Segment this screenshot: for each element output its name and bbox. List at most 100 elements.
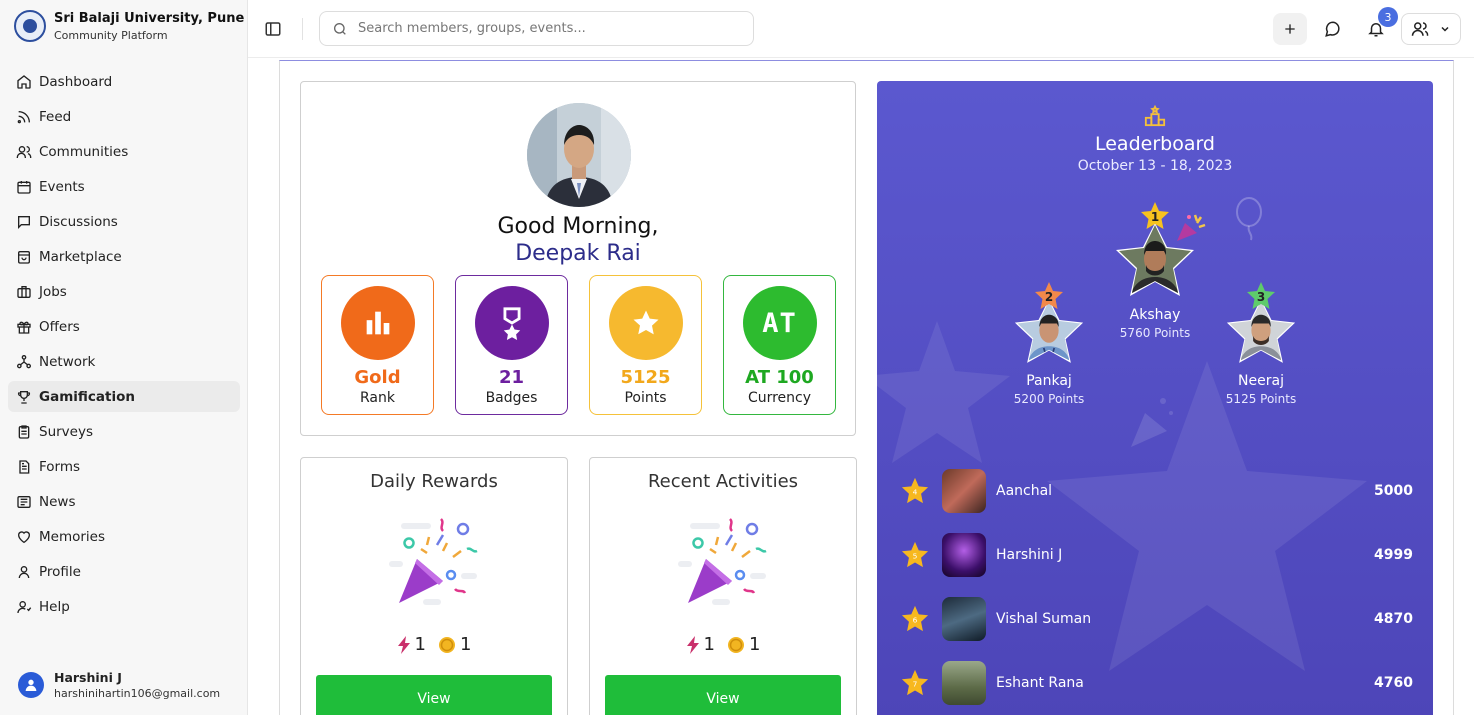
sidebar-item-events[interactable]: Events (8, 171, 240, 202)
recent-activities-card: Recent Activities 1 1 View (589, 457, 857, 715)
badges-stat[interactable]: 21 Badges (455, 275, 568, 415)
points-stat[interactable]: 5125 Points (589, 275, 702, 415)
create-button[interactable] (1273, 13, 1307, 45)
avatar (942, 661, 986, 705)
stat-value: AT 100 (745, 367, 814, 388)
avatar (942, 533, 986, 577)
sidebar-item-memories[interactable]: Memories (8, 521, 240, 552)
rank-stat[interactable]: Gold Rank (321, 275, 434, 415)
rank-star-icon: 1 (1141, 202, 1169, 229)
coin-icon (439, 636, 455, 653)
rss-icon (17, 110, 30, 123)
leaderboard-row[interactable]: 5 Harshini J 4999 (901, 533, 1413, 577)
sidebar-item-surveys[interactable]: Surveys (8, 416, 240, 447)
message-square-icon (18, 215, 30, 229)
podium-points: 5125 Points (1225, 392, 1297, 406)
sidebar-item-label: News (39, 493, 76, 510)
current-user[interactable]: Harshini J harshinihartin106@gmail.com (18, 670, 220, 700)
rank-star-icon: 3 (1247, 282, 1275, 309)
clipboard-icon (18, 424, 30, 439)
leaderboard-row[interactable]: 6 Vishal Suman 4870 (901, 597, 1413, 641)
sidebar-item-news[interactable]: News (8, 486, 240, 517)
sidebar-item-dashboard[interactable]: Dashboard (8, 66, 240, 97)
sidebar-item-profile[interactable]: Profile (8, 556, 240, 587)
sidebar-item-marketplace[interactable]: Marketplace (8, 241, 240, 272)
stat-label: Rank (360, 390, 395, 406)
podium-second[interactable]: 2 Pankaj 5200 Points (994, 282, 1104, 406)
party-popper-icon (389, 518, 478, 605)
currency-symbol: AT (762, 307, 797, 339)
user-name: Harshini J (54, 670, 122, 685)
user-help-icon (17, 600, 32, 613)
leaderboard-title: Leaderboard (1094, 133, 1215, 155)
sidebar-item-label: Jobs (39, 283, 67, 300)
search-box[interactable] (319, 11, 754, 46)
sidebar-item-label: Profile (39, 563, 81, 580)
view-activities-button[interactable]: View (605, 675, 841, 715)
view-rewards-button[interactable]: View (316, 675, 552, 715)
profile-photo (527, 103, 631, 207)
stat-label: Badges (485, 390, 538, 406)
podium-third[interactable]: 3 Neeraj 5125 Points (1206, 282, 1316, 406)
user-email: harshinihartin106@gmail.com (54, 687, 221, 700)
medal-icon (474, 286, 549, 360)
sidebar-item-label: Offers (39, 318, 80, 335)
sidebar: Sri Balaji University, Pune Community Pl… (0, 0, 248, 715)
newspaper-icon (17, 495, 31, 508)
sidebar-item-label: Memories (39, 528, 106, 545)
briefcase-icon (17, 285, 31, 298)
sidebar-item-label: Feed (39, 108, 72, 125)
sidebar-item-jobs[interactable]: Jobs (8, 276, 240, 307)
avatar: 2 (1014, 282, 1084, 369)
rank-star-icon: 2 (1035, 282, 1063, 309)
search-input[interactable] (358, 21, 748, 36)
coin-icon (728, 636, 744, 653)
topbar: 3 (248, 0, 1474, 58)
sidebar-toggle-icon[interactable] (264, 20, 282, 38)
university-logo (14, 10, 46, 42)
avatar (942, 597, 986, 641)
currency-stat[interactable]: AT AT 100 Currency (723, 275, 836, 415)
podium-points: 5200 Points (1013, 392, 1085, 406)
card-title: Daily Rewards (370, 471, 498, 492)
reward-meta: 1 1 (301, 634, 567, 655)
avatar (942, 469, 986, 513)
row-points: 4760 (1374, 675, 1413, 691)
sidebar-item-network[interactable]: Network (8, 346, 240, 377)
row-name: Eshant Rana (996, 675, 1084, 691)
sidebar-item-communities[interactable]: Communities (8, 136, 240, 167)
heart-icon (17, 530, 31, 543)
leaderboard-row[interactable]: 4 Aanchal 5000 (901, 469, 1413, 513)
org-name: Sri Balaji University, Pune (54, 10, 245, 26)
avatar: 1 (1115, 202, 1195, 303)
sidebar-item-offers[interactable]: Offers (8, 311, 240, 342)
org-subtitle: Community Platform (54, 28, 168, 42)
party-popper-icon (678, 518, 767, 605)
users-icon (1411, 22, 1429, 36)
sidebar-item-gamification[interactable]: Gamification (8, 381, 240, 412)
plus-icon (1285, 24, 1295, 34)
stat-value: Gold (354, 367, 401, 388)
user-icon (25, 679, 37, 691)
messages-button[interactable] (1316, 13, 1350, 45)
sidebar-item-label: Network (39, 353, 96, 370)
row-points: 4870 (1374, 611, 1413, 627)
leaderboard-row[interactable]: 7 Eshant Rana 4760 (901, 661, 1413, 705)
sidebar-item-label: Dashboard (39, 73, 113, 90)
lightning-icon (686, 635, 699, 654)
sidebar-item-help[interactable]: Help (8, 591, 240, 622)
podium-first[interactable]: 1 Akshay 5760 Points (1100, 202, 1210, 340)
sidebar-item-feed[interactable]: Feed (8, 101, 240, 132)
chevron-down-icon (1441, 26, 1449, 32)
avatar (18, 672, 44, 698)
user-icon (18, 565, 30, 578)
sidebar-item-label: Discussions (39, 213, 118, 230)
sidebar-item-forms[interactable]: Forms (8, 451, 240, 482)
brand[interactable]: Sri Balaji University, Pune Community Pl… (14, 10, 244, 42)
sidebar-item-label: Help (39, 598, 70, 615)
coin-count: 1 (460, 634, 472, 655)
profile-menu-button[interactable] (1401, 13, 1461, 45)
sidebar-item-discussions[interactable]: Discussions (8, 206, 240, 237)
notification-count-badge: 3 (1378, 7, 1398, 27)
sidebar-item-label: Surveys (39, 423, 93, 440)
